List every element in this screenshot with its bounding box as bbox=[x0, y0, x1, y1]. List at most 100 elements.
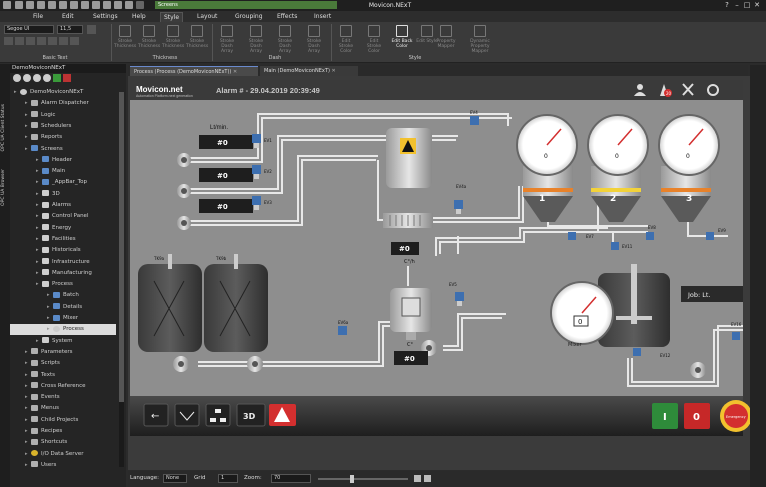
tree-item[interactable]: ▸ Shortcuts bbox=[10, 437, 116, 448]
stop-icon[interactable] bbox=[43, 74, 51, 82]
tree-item[interactable]: ▸ Users bbox=[10, 460, 116, 471]
tree-item[interactable]: ▸ _AppBar_Top bbox=[10, 177, 116, 188]
context-tab-screens[interactable]: Screens bbox=[155, 1, 337, 9]
heater-tank[interactable] bbox=[386, 128, 432, 188]
tree-item[interactable]: ▸ Header bbox=[10, 155, 116, 166]
cut-icon[interactable] bbox=[70, 1, 78, 9]
menu-help[interactable]: Help bbox=[129, 12, 149, 21]
menu-layout[interactable]: Layout bbox=[194, 12, 220, 21]
tab-opc-ua-client-status[interactable]: OPC UA Client Status bbox=[1, 104, 9, 151]
tree-item[interactable]: ▸ Historicals bbox=[10, 245, 116, 256]
scrollbar-thumb[interactable] bbox=[119, 92, 124, 402]
expand-arrow-icon[interactable]: ▸ bbox=[47, 324, 53, 335]
alarm-button[interactable] bbox=[269, 404, 296, 426]
menu-settings[interactable]: Settings bbox=[90, 12, 121, 21]
zoom-slider-thumb[interactable] bbox=[350, 475, 354, 483]
window-icon[interactable] bbox=[125, 1, 133, 9]
pump-4[interactable] bbox=[173, 356, 189, 372]
tank-tk9a[interactable]: TK9a bbox=[138, 254, 202, 352]
paste-icon[interactable] bbox=[92, 1, 100, 9]
close-circle-icon[interactable] bbox=[23, 74, 31, 82]
font-grow-icon[interactable] bbox=[87, 25, 96, 34]
tab-main[interactable]: Main (DemoMoviconNExT) ✕ bbox=[260, 66, 358, 76]
stroke-dash-button-4[interactable]: Stroke Dash Array bbox=[303, 24, 325, 54]
property-mapper-button[interactable]: Property Mapper bbox=[435, 24, 457, 54]
tree-item[interactable]: ▸ Infrastructure bbox=[10, 257, 116, 268]
stroke-dash-button-1[interactable]: Stroke Dash Array bbox=[216, 24, 238, 54]
open-icon[interactable] bbox=[37, 1, 45, 9]
fit-screen-icon[interactable] bbox=[414, 475, 421, 482]
close-icon[interactable]: ✕ bbox=[752, 1, 762, 9]
pump-1[interactable] bbox=[177, 153, 191, 167]
maximize-icon[interactable]: □ bbox=[742, 1, 752, 9]
pump-2[interactable] bbox=[177, 184, 191, 198]
menu-file[interactable]: File bbox=[30, 12, 46, 21]
heat-exchanger[interactable] bbox=[383, 213, 433, 228]
tree-item[interactable]: ▸ Batch bbox=[10, 290, 116, 301]
tree-item[interactable]: ▸ Facilities bbox=[10, 234, 116, 245]
tree-item[interactable]: ▸ Screens bbox=[10, 144, 116, 155]
right-scrollbar[interactable] bbox=[750, 65, 766, 487]
tree-item[interactable]: ▸ Energy bbox=[10, 223, 116, 234]
tree-item[interactable]: ▸ Cross Reference bbox=[10, 381, 116, 392]
menu-insert[interactable]: Insert bbox=[311, 12, 334, 21]
tree-item[interactable]: ▸ Texts bbox=[10, 370, 116, 381]
edit-back-color-button[interactable]: Edit Back Color bbox=[391, 24, 413, 54]
explorer-scrollbar[interactable] bbox=[119, 92, 124, 467]
language-select[interactable]: None bbox=[163, 474, 187, 483]
close-tab-icon[interactable]: ✕ bbox=[233, 69, 237, 75]
tree-item[interactable]: ▸ Child Projects bbox=[10, 415, 116, 426]
stop-button[interactable]: 0 bbox=[684, 403, 710, 429]
stroke-thickness-button-2[interactable]: Stroke Thickness bbox=[138, 24, 160, 54]
tree-item[interactable]: ▸ Details bbox=[10, 302, 116, 313]
tree-item[interactable]: ▸ Schedulers bbox=[10, 121, 116, 132]
overview-button[interactable] bbox=[174, 403, 200, 427]
refresh-icon[interactable] bbox=[13, 74, 21, 82]
tree-item[interactable]: ▸ Recipes bbox=[10, 426, 116, 437]
tree-item[interactable]: ▸ Mixer bbox=[10, 313, 116, 324]
menu-style[interactable]: Style bbox=[160, 12, 184, 22]
help-icon[interactable]: ? bbox=[722, 1, 732, 9]
pump-7[interactable] bbox=[690, 362, 706, 378]
tree-item[interactable]: ▸ System bbox=[10, 336, 116, 347]
tree-item[interactable]: ▸ Manufacturing bbox=[10, 268, 116, 279]
underline-icon[interactable] bbox=[26, 37, 35, 45]
stroke-thickness-button-1[interactable]: Stroke Thickness bbox=[114, 24, 136, 54]
dynamic-property-mapper-button[interactable]: Dynamic Property Mapper bbox=[463, 24, 497, 54]
save-icon[interactable] bbox=[26, 1, 34, 9]
font-color-icon[interactable] bbox=[70, 37, 79, 45]
font-name-select[interactable]: Segoe UI bbox=[4, 25, 54, 34]
stroke-thickness-button-4[interactable]: Stroke Thickness bbox=[186, 24, 208, 54]
run-icon[interactable] bbox=[114, 1, 122, 9]
tree-item[interactable]: ▸ Logic bbox=[10, 110, 116, 121]
edit-stroke-color-button-1[interactable]: Edit Stroke Color bbox=[335, 24, 357, 54]
hierarchy-button[interactable] bbox=[205, 403, 231, 427]
close-tab-icon[interactable]: ✕ bbox=[332, 68, 336, 74]
align-center-icon[interactable] bbox=[48, 37, 57, 45]
tree-item[interactable]: ▸ Events bbox=[10, 392, 116, 403]
view-3d-button[interactable]: 3D bbox=[236, 403, 266, 427]
expand-arrow-icon[interactable]: ▸ bbox=[25, 449, 31, 460]
dropdown-icon[interactable] bbox=[136, 1, 144, 9]
minimize-icon[interactable]: – bbox=[732, 1, 742, 9]
play-icon[interactable] bbox=[53, 74, 61, 82]
undo-icon[interactable] bbox=[48, 1, 56, 9]
print-icon[interactable] bbox=[103, 1, 111, 9]
tree-item[interactable]: ▸ Alarms bbox=[10, 200, 116, 211]
tree-item[interactable]: ▸ Menus bbox=[10, 403, 116, 414]
tree-item[interactable]: ▸ Control Panel bbox=[10, 211, 116, 222]
bold-icon[interactable] bbox=[4, 37, 13, 45]
zoom-slider[interactable] bbox=[318, 478, 408, 480]
start-button[interactable]: I bbox=[652, 403, 678, 429]
pump-5[interactable] bbox=[247, 356, 263, 372]
align-right-icon[interactable] bbox=[59, 37, 68, 45]
copy-icon[interactable] bbox=[81, 1, 89, 9]
pump-3[interactable] bbox=[177, 216, 191, 230]
menu-effects[interactable]: Effects bbox=[274, 12, 300, 21]
tree-item[interactable]: ▸ Reports bbox=[10, 132, 116, 143]
stroke-dash-button-2[interactable]: Stroke Dash Array bbox=[245, 24, 267, 54]
tab-opc-ua-browser[interactable]: OPC UA Browser bbox=[1, 169, 9, 206]
menu-edit[interactable]: Edit bbox=[59, 12, 77, 21]
tree-item[interactable]: ▸ DemoMoviconNExT bbox=[10, 87, 116, 98]
tree-item[interactable]: ▸ I/O Data Server bbox=[10, 449, 116, 460]
